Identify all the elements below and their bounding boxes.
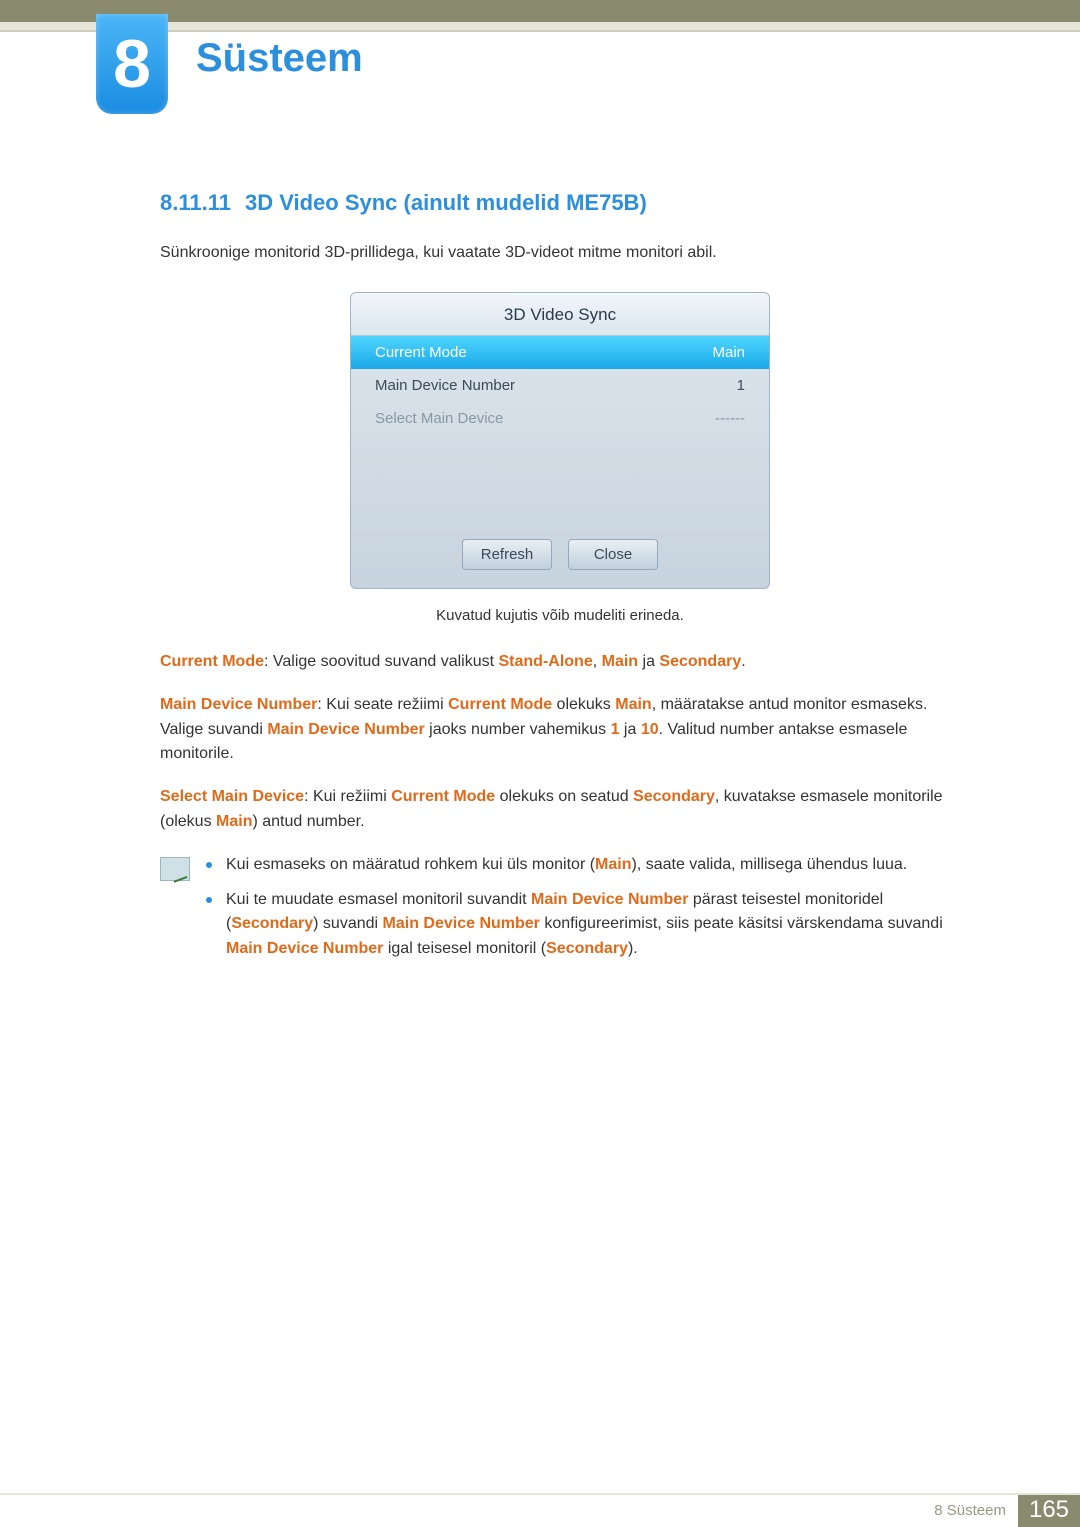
txt: . (741, 653, 745, 670)
section-heading: 8.11.11 3D Video Sync (ainult mudelid ME7… (160, 190, 960, 216)
refresh-button[interactable]: Refresh (462, 539, 552, 570)
section-title: 3D Video Sync (ainult mudelid ME75B) (245, 190, 647, 215)
txt: : Kui seate režiimi (317, 696, 448, 713)
osd-row-label: Current Mode (375, 344, 467, 361)
bullet-icon (206, 897, 212, 903)
osd-row-label: Select Main Device (375, 410, 503, 427)
para-main-device-number: Main Device Number: Kui seate režiimi Cu… (160, 693, 960, 767)
osd-row-value: 1 (737, 377, 745, 394)
txt: olekuks (552, 696, 615, 713)
page-footer: 8 Süsteem 165 (0, 1493, 1080, 1527)
kw: Main Device Number (383, 915, 540, 932)
para-current-mode: Current Mode: Valige soovitud suvand val… (160, 650, 960, 675)
txt: jaoks number vahemikus (425, 721, 611, 738)
note-text: Kui te muudate esmasel monitoril suvandi… (226, 888, 960, 962)
osd-row-label: Main Device Number (375, 377, 515, 394)
section-number: 8.11.11 (160, 190, 231, 215)
txt: : Valige soovitud suvand valikust (264, 653, 499, 670)
kw: Main Device Number (531, 891, 688, 908)
kw: Current Mode (448, 696, 552, 713)
txt: , (593, 653, 602, 670)
note-list: Kui esmaseks on määratud rohkem kui üls … (206, 853, 960, 972)
para-select-main-device: Select Main Device: Kui režiimi Current … (160, 785, 960, 835)
txt: ja (619, 721, 640, 738)
list-item: Kui esmaseks on määratud rohkem kui üls … (206, 853, 960, 878)
kw: Main (615, 696, 651, 713)
txt: konfigureerimist, siis peate käsitsi vär… (540, 915, 943, 932)
kw: Select Main Device (160, 788, 304, 805)
txt: : Kui režiimi (304, 788, 391, 805)
kw: Current Mode (391, 788, 495, 805)
footer-line (0, 1493, 1080, 1495)
txt: igal teisesel monitoril ( (383, 940, 546, 957)
kw: Stand-Alone (499, 653, 593, 670)
chapter-title: Süsteem (196, 36, 363, 81)
osd-row-current-mode[interactable]: Current Mode Main (351, 336, 769, 369)
kw: Current Mode (160, 653, 264, 670)
chapter-number-tab: 8 (96, 14, 168, 114)
txt: olekuks on seatud (495, 788, 633, 805)
bullet-icon (206, 862, 212, 868)
note-text: Kui esmaseks on määratud rohkem kui üls … (226, 853, 907, 878)
kw: Secondary (659, 653, 741, 670)
osd-row-main-device-number[interactable]: Main Device Number 1 (351, 369, 769, 402)
osd-buttons: Refresh Close (351, 525, 769, 588)
page-number: 165 (1018, 1493, 1080, 1527)
osd-row-value: ------ (715, 410, 745, 427)
txt: ) antud number. (252, 813, 364, 830)
osd-title: 3D Video Sync (351, 293, 769, 336)
footer-spacer (0, 1493, 922, 1527)
close-button[interactable]: Close (568, 539, 658, 570)
txt: ja (638, 653, 659, 670)
txt: ) suvandi (313, 915, 382, 932)
kw: Secondary (546, 940, 628, 957)
kw: Main (216, 813, 252, 830)
kw: Main (595, 856, 631, 873)
kw: Main (602, 653, 638, 670)
note-icon (160, 857, 190, 881)
kw: Secondary (633, 788, 715, 805)
osd-dialog: 3D Video Sync Current Mode Main Main Dev… (350, 292, 770, 589)
list-item: Kui te muudate esmasel monitoril suvandi… (206, 888, 960, 962)
txt: ). (628, 940, 638, 957)
footer-breadcrumb: 8 Süsteem (922, 1493, 1018, 1527)
osd-row-select-main-device: Select Main Device ------ (351, 402, 769, 435)
page-content: 8.11.11 3D Video Sync (ainult mudelid ME7… (160, 190, 960, 972)
txt: Kui te muudate esmasel monitoril suvandi… (226, 891, 531, 908)
kw: 10 (641, 721, 659, 738)
osd-caption: Kuvatud kujutis võib mudeliti erineda. (160, 607, 960, 624)
txt: ), saate valida, millisega ühendus luua. (632, 856, 908, 873)
chapter-number: 8 (113, 25, 151, 103)
note-block: Kui esmaseks on määratud rohkem kui üls … (160, 853, 960, 972)
section-intro: Sünkroonige monitorid 3D-prillidega, kui… (160, 244, 960, 262)
kw: Main Device Number (267, 721, 424, 738)
txt: Kui esmaseks on määratud rohkem kui üls … (226, 856, 595, 873)
osd-row-value: Main (712, 344, 745, 361)
kw: Main Device Number (160, 696, 317, 713)
osd-filler (351, 435, 769, 525)
kw: Secondary (231, 915, 313, 932)
kw: Main Device Number (226, 940, 383, 957)
